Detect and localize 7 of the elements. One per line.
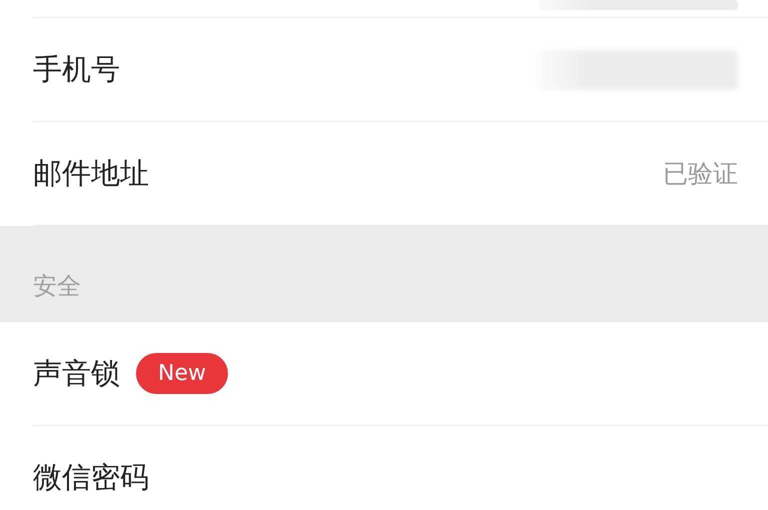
setting-label[interactable]: 微信密码 [33, 456, 149, 500]
setting-label[interactable]: 邮件地址 [33, 152, 149, 196]
setting-label[interactable]: 声音锁 [33, 352, 120, 396]
new-tag: New [136, 353, 228, 394]
setting-label[interactable]: 手机号 [33, 48, 120, 92]
setting-value: 已验证 [663, 158, 738, 190]
section-header: 安全 [33, 272, 81, 300]
